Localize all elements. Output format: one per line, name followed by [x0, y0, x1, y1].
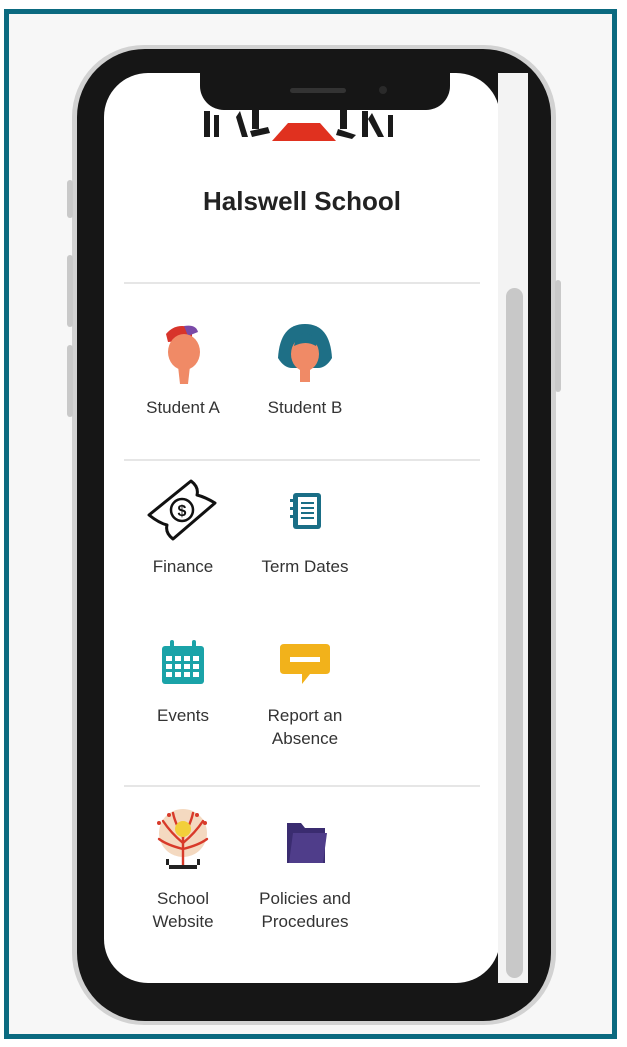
tile-finance[interactable]: $ Finance — [123, 475, 243, 578]
header-banner-image — [204, 109, 393, 141]
tile-policies-procedures[interactable]: Policies and Procedures — [245, 803, 365, 933]
student-a-avatar-icon — [166, 325, 200, 384]
tile-label: School Website — [152, 889, 214, 931]
svg-text:$: $ — [178, 503, 187, 520]
student-b-avatar-icon — [278, 324, 332, 382]
money-icon: $ — [147, 479, 217, 541]
tile-student-a[interactable]: Student A — [123, 318, 243, 419]
notebook-icon — [290, 493, 321, 529]
school-name-heading: Halswell School — [203, 186, 401, 216]
phone-speaker — [290, 88, 346, 93]
tile-label: Report an Absence — [267, 706, 343, 748]
tile-label: Term Dates — [261, 557, 349, 576]
tile-term-dates[interactable]: Term Dates — [245, 475, 365, 578]
calendar-icon — [162, 640, 204, 684]
section-divider — [124, 282, 480, 284]
folder-icon — [287, 823, 327, 863]
tile-label: Student B — [267, 398, 343, 417]
phone-power-button — [555, 280, 561, 392]
chat-bubble-icon — [280, 644, 330, 684]
tile-report-absence[interactable]: Report an Absence — [245, 630, 365, 750]
scrollbar-thumb[interactable] — [506, 288, 523, 978]
school-tree-logo-icon — [157, 809, 209, 869]
tile-label: Policies and Procedures — [259, 889, 351, 931]
tile-student-b[interactable]: Student B — [245, 318, 365, 419]
tile-label: Finance — [152, 557, 214, 576]
tile-events[interactable]: Events — [123, 630, 243, 727]
phone-camera — [379, 86, 387, 94]
section-divider — [124, 785, 480, 787]
section-divider — [124, 459, 480, 461]
phone-volume-up-button — [67, 255, 73, 327]
tile-school-website[interactable]: School Website — [123, 803, 243, 933]
tile-label: Student A — [146, 398, 220, 417]
tile-label: Events — [157, 706, 209, 725]
phone-silent-switch — [67, 180, 73, 218]
phone-volume-down-button — [67, 345, 73, 417]
